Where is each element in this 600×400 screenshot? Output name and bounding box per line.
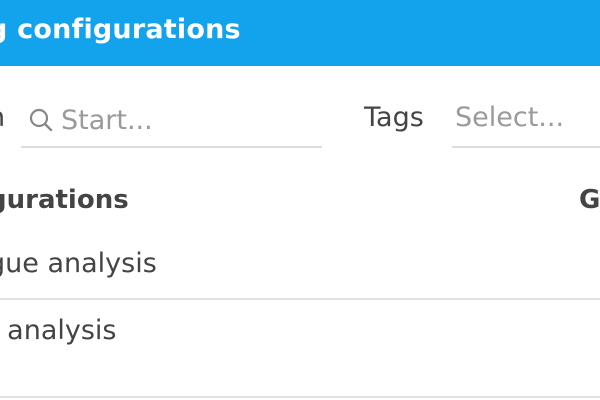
search-icon <box>28 107 54 133</box>
search-label: h <box>0 102 5 133</box>
column-header-configurations[interactable]: gurations <box>0 185 129 215</box>
tags-select[interactable]: Select... <box>452 96 600 148</box>
divider <box>0 396 600 398</box>
table-row[interactable]: t analysis <box>0 301 600 367</box>
table-row[interactable]: gue analysis <box>0 234 600 300</box>
column-header-g[interactable]: G <box>579 185 600 215</box>
row-name: gue analysis <box>0 248 157 279</box>
tags-label: Tags <box>364 102 424 133</box>
search-input[interactable] <box>61 102 316 138</box>
page-title: g configurations <box>0 14 241 45</box>
tags-select-placeholder: Select... <box>455 102 565 133</box>
search-field[interactable] <box>21 96 322 148</box>
page-header: g configurations <box>0 0 600 66</box>
row-name: t analysis <box>0 315 117 346</box>
